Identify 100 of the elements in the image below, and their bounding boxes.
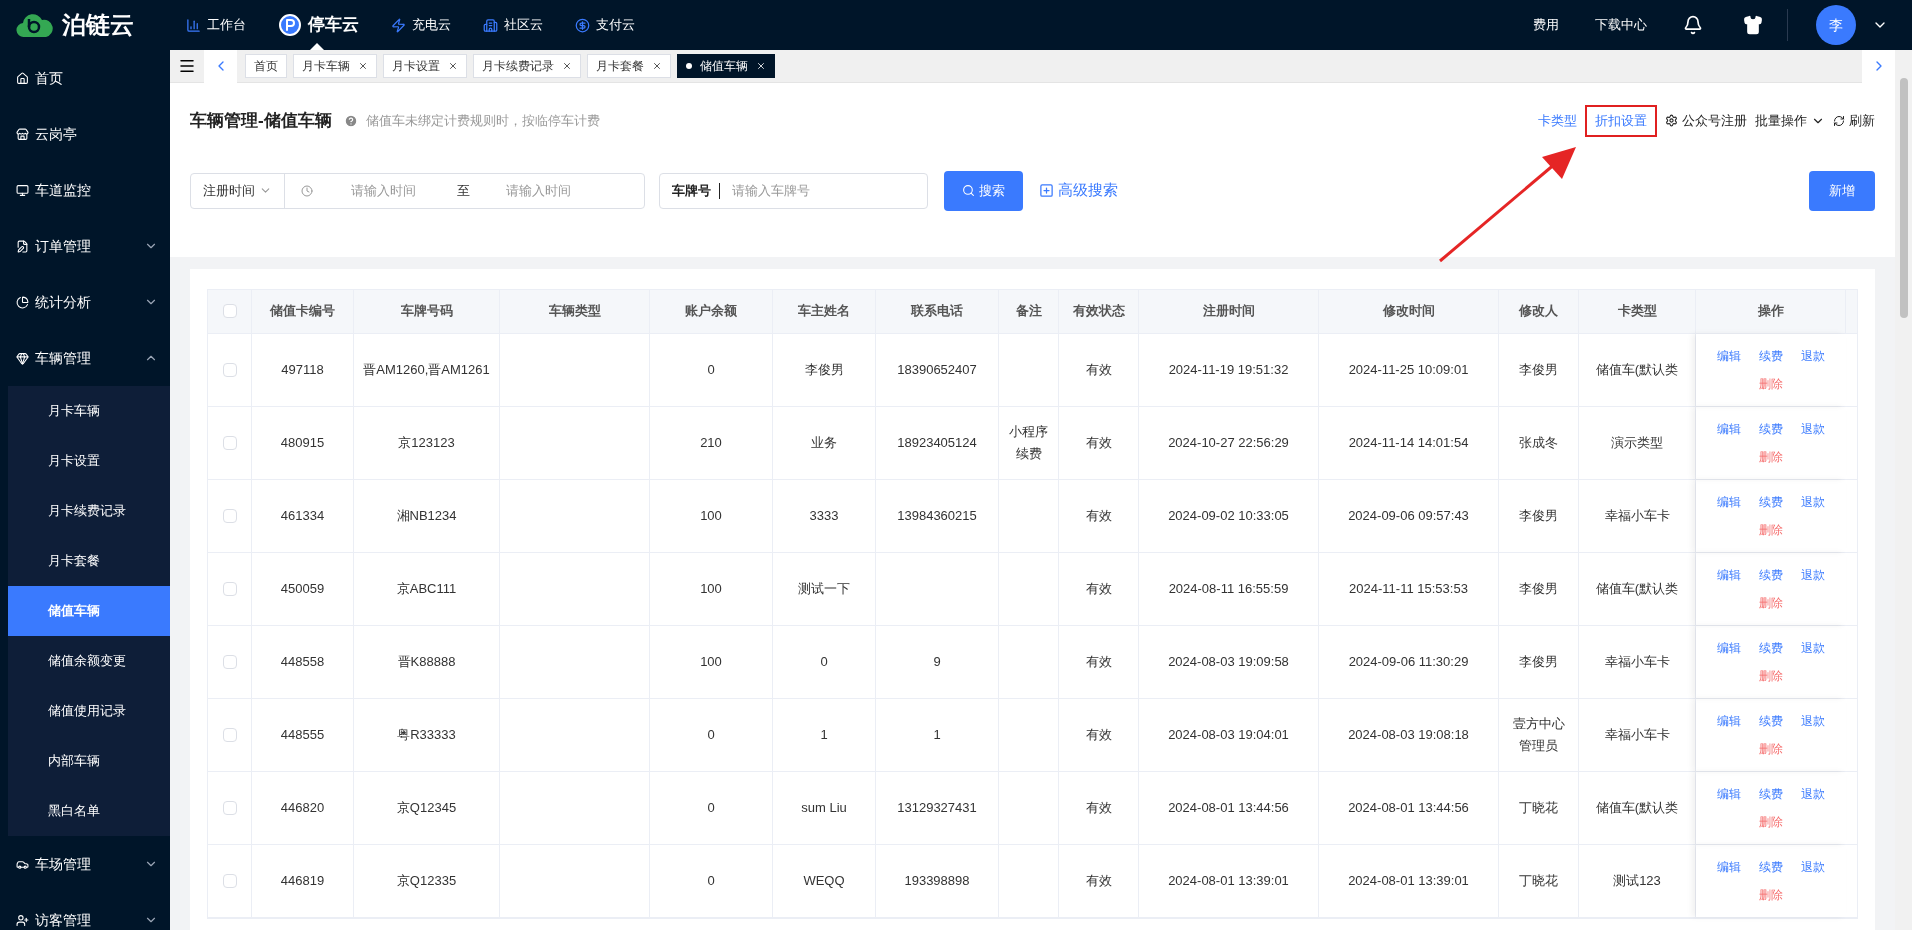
row-action-link[interactable]: 续费 bbox=[1759, 638, 1783, 657]
refresh-button[interactable]: 刷新 bbox=[1833, 107, 1875, 135]
submenu-item[interactable]: 月卡续费记录 bbox=[8, 486, 170, 536]
submenu-item[interactable]: 储值余额变更 bbox=[8, 636, 170, 686]
shirt-icon[interactable] bbox=[1743, 15, 1763, 35]
row-action-link[interactable]: 编辑 bbox=[1717, 857, 1741, 876]
top-nav-tab[interactable]: 支付云 bbox=[575, 0, 635, 50]
checkbox[interactable] bbox=[222, 873, 237, 888]
close-icon[interactable] bbox=[562, 61, 572, 71]
row-action-link[interactable]: 续费 bbox=[1759, 565, 1783, 584]
table-cell-text: 演示类型 bbox=[1611, 433, 1663, 452]
checkbox[interactable] bbox=[222, 508, 237, 523]
top-nav-tab[interactable]: 充电云 bbox=[391, 0, 451, 50]
table-cell-text: 粤R33333 bbox=[397, 725, 456, 744]
row-action-link[interactable]: 编辑 bbox=[1717, 346, 1741, 365]
close-icon[interactable] bbox=[756, 61, 766, 71]
close-icon[interactable] bbox=[358, 61, 368, 71]
column-header: 账户余额 bbox=[650, 289, 773, 333]
row-action-link[interactable]: 编辑 bbox=[1717, 784, 1741, 803]
sidebar-item[interactable]: 车场管理 bbox=[0, 836, 170, 892]
row-action-link[interactable]: 编辑 bbox=[1717, 419, 1741, 438]
sidebar-item[interactable]: 车道监控 bbox=[0, 162, 170, 218]
time-range-filter[interactable]: 注册时间 请输入时间 至 请输入时间 bbox=[190, 172, 645, 209]
submenu-item[interactable]: 内部车辆 bbox=[8, 736, 170, 786]
row-action-link[interactable]: 续费 bbox=[1759, 492, 1783, 511]
checkbox[interactable] bbox=[222, 362, 237, 377]
row-action-link[interactable]: 退款 bbox=[1801, 492, 1825, 511]
header-action-link[interactable]: 卡类型 bbox=[1538, 107, 1577, 135]
submenu-item[interactable]: 月卡设置 bbox=[8, 436, 170, 486]
page-tab[interactable]: 月卡续费记录 bbox=[473, 54, 581, 78]
header-link[interactable]: 下载中心 bbox=[1595, 15, 1647, 35]
row-action-link[interactable]: 退款 bbox=[1801, 711, 1825, 730]
submenu-item[interactable]: 黑白名单 bbox=[8, 786, 170, 836]
page-tab[interactable]: 月卡车辆 bbox=[293, 54, 377, 78]
row-action-link[interactable]: 编辑 bbox=[1717, 638, 1741, 657]
checkbox[interactable] bbox=[222, 654, 237, 669]
sidebar-item[interactable]: 车辆管理 bbox=[0, 330, 170, 386]
user-avatar[interactable]: 李 bbox=[1816, 5, 1856, 45]
row-action-link[interactable]: 退款 bbox=[1801, 565, 1825, 584]
checkbox[interactable] bbox=[222, 581, 237, 596]
row-action-link[interactable]: 删除 bbox=[1759, 885, 1783, 904]
table-cell-text: 2024-09-06 11:30:29 bbox=[1348, 652, 1469, 671]
checkbox[interactable] bbox=[222, 800, 237, 815]
submenu-item[interactable]: 储值使用记录 bbox=[8, 686, 170, 736]
row-action-link[interactable]: 退款 bbox=[1801, 784, 1825, 803]
row-action-link[interactable]: 删除 bbox=[1759, 374, 1783, 393]
plate-field[interactable]: 请输入车牌号 bbox=[732, 180, 882, 201]
bell-icon[interactable] bbox=[1683, 15, 1703, 35]
end-time-field[interactable]: 请输入时间 bbox=[506, 180, 596, 201]
row-action-link[interactable]: 编辑 bbox=[1717, 492, 1741, 511]
header-action-button[interactable]: 公众号注册 bbox=[1665, 107, 1747, 135]
submenu-item[interactable]: 月卡车辆 bbox=[8, 386, 170, 436]
row-action-link[interactable]: 续费 bbox=[1759, 346, 1783, 365]
add-button[interactable]: 新增 bbox=[1809, 170, 1875, 211]
row-action-link[interactable]: 删除 bbox=[1759, 666, 1783, 685]
page-tab[interactable]: 月卡套餐 bbox=[587, 54, 671, 78]
row-action-link[interactable]: 续费 bbox=[1759, 857, 1783, 876]
top-nav-tab[interactable]: 社区云 bbox=[483, 0, 543, 50]
row-action-link[interactable]: 退款 bbox=[1801, 419, 1825, 438]
close-icon[interactable] bbox=[448, 61, 458, 71]
batch-dropdown[interactable]: 批量操作 bbox=[1755, 107, 1825, 135]
header-link[interactable]: 费用 bbox=[1533, 15, 1559, 35]
row-action-link[interactable]: 退款 bbox=[1801, 346, 1825, 365]
scroll-left-button[interactable] bbox=[204, 50, 237, 83]
scrollbar[interactable] bbox=[1895, 50, 1912, 930]
top-nav-tab[interactable]: 工作台 bbox=[186, 0, 246, 50]
sidebar-item[interactable]: 订单管理 bbox=[0, 218, 170, 274]
sidebar-item[interactable]: 访客管理 bbox=[0, 892, 170, 930]
scroll-right-button[interactable] bbox=[1862, 50, 1895, 83]
row-action-link[interactable]: 编辑 bbox=[1717, 711, 1741, 730]
checkbox[interactable] bbox=[222, 304, 237, 318]
row-action-link[interactable]: 删除 bbox=[1759, 812, 1783, 831]
page-tab[interactable]: 月卡设置 bbox=[383, 54, 467, 78]
row-action-link[interactable]: 退款 bbox=[1801, 638, 1825, 657]
table-cell-text: sum Liu bbox=[801, 798, 847, 817]
row-action-link[interactable]: 删除 bbox=[1759, 447, 1783, 466]
plate-filter[interactable]: 车牌号 请输入车牌号 bbox=[659, 172, 928, 209]
row-action-link[interactable]: 删除 bbox=[1759, 520, 1783, 539]
sidebar-item[interactable]: 统计分析 bbox=[0, 274, 170, 330]
submenu-item[interactable]: 月卡套餐 bbox=[8, 536, 170, 586]
search-button[interactable]: 搜索 bbox=[944, 170, 1023, 211]
row-action-link[interactable]: 续费 bbox=[1759, 784, 1783, 803]
close-icon[interactable] bbox=[652, 61, 662, 71]
sidebar-item[interactable]: 云岗亭 bbox=[0, 106, 170, 162]
row-action-link[interactable]: 续费 bbox=[1759, 419, 1783, 438]
checkbox[interactable] bbox=[222, 727, 237, 742]
start-time-field[interactable]: 请输入时间 bbox=[351, 180, 441, 201]
checkbox[interactable] bbox=[222, 435, 237, 450]
row-action-link[interactable]: 退款 bbox=[1801, 857, 1825, 876]
sidebar-item[interactable]: 首页 bbox=[0, 50, 170, 106]
page-tab[interactable]: 储值车辆 bbox=[677, 54, 775, 78]
header-action-link[interactable]: 折扣设置 bbox=[1585, 105, 1657, 137]
row-action-link[interactable]: 编辑 bbox=[1717, 565, 1741, 584]
row-action-link[interactable]: 删除 bbox=[1759, 739, 1783, 758]
page-tab[interactable]: 首页 bbox=[245, 54, 287, 78]
row-action-link[interactable]: 删除 bbox=[1759, 593, 1783, 612]
submenu-item[interactable]: 储值车辆 bbox=[8, 586, 170, 636]
row-action-link[interactable]: 续费 bbox=[1759, 711, 1783, 730]
advanced-search-link[interactable]: 高级搜索 bbox=[1039, 179, 1118, 202]
nav-icon bbox=[575, 17, 590, 33]
